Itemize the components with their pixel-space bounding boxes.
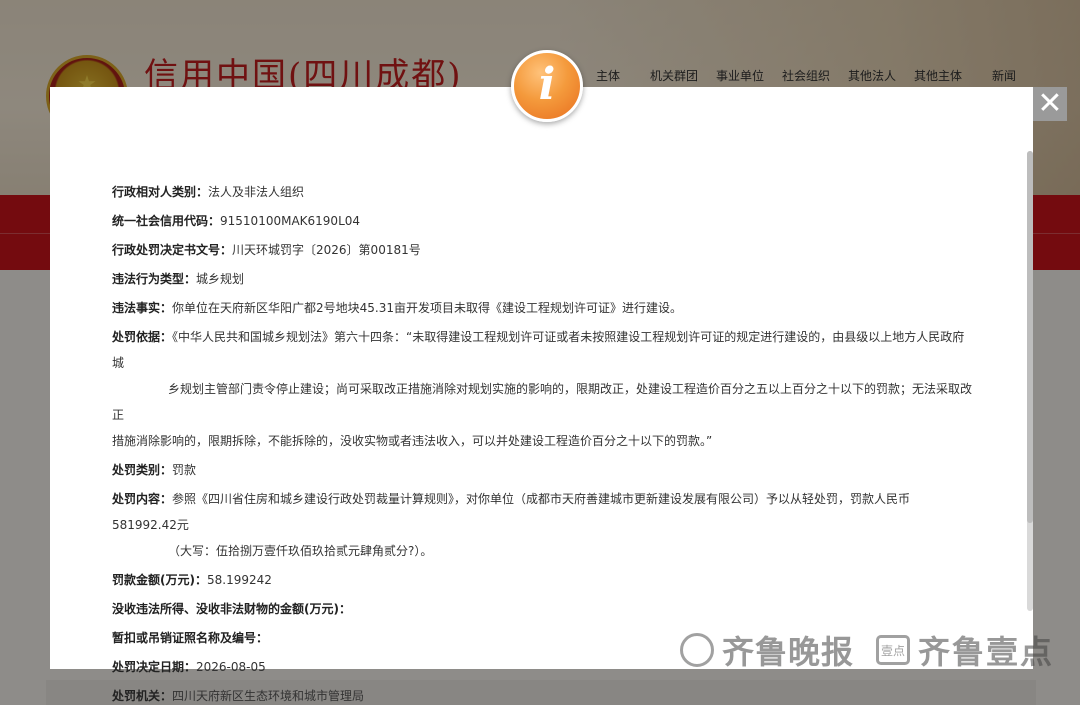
field-value: 你单位在天府新区华阳广都2号地块45.31亩开发项目未取得《建设工程规划许可证》… bbox=[172, 301, 683, 315]
field-label: 没收违法所得、没收非法财物的金额(万元)： bbox=[112, 602, 351, 616]
field-confiscation: 没收违法所得、没收非法财物的金额(万元)： bbox=[112, 596, 972, 622]
field-label: 违法行为类型： bbox=[112, 272, 197, 286]
field-value: 法人及非法人组织 bbox=[208, 185, 305, 199]
watermark-box-icon: 壹点 bbox=[876, 635, 911, 665]
field-party-type: 行政相对人类别：法人及非法人组织 bbox=[112, 179, 972, 205]
field-value-line: 《中华人民共和国城乡规划法》第六十四条：“未取得建设工程规划许可证或者未按照建设… bbox=[112, 330, 965, 370]
field-value: 58.199242 bbox=[206, 573, 272, 587]
field-value-line: 乡规划主管部门责令停止建设；尚可采取改正措施消除对规划实施的影响的，限期改正，处… bbox=[112, 382, 973, 422]
field-credit-code: 统一社会信用代码：91510100MAK6190L04 bbox=[112, 208, 972, 234]
field-value-line: 措施消除影响的，限期拆除，不能拆除的，没收实物或者违法收入，可以并处建设工程造价… bbox=[112, 434, 713, 448]
watermark: 齐鲁晚报 壹点 齐鲁壹点 bbox=[680, 627, 1054, 673]
field-label: 处罚依据： bbox=[112, 330, 173, 344]
field-label: 处罚内容： bbox=[112, 492, 173, 506]
field-violation-facts: 违法事实：你单位在天府新区华阳广都2号地块45.31亩开发项目未取得《建设工程规… bbox=[112, 295, 972, 321]
field-value: 91510100MAK6190L04 bbox=[220, 214, 361, 228]
close-button[interactable]: ✕ bbox=[1033, 87, 1067, 121]
info-glyph: i bbox=[538, 59, 556, 110]
field-basis: 处罚依据：《中华人民共和国城乡规划法》第六十四条：“未取得建设工程规划许可证或者… bbox=[112, 324, 972, 454]
field-label: 统一社会信用代码： bbox=[112, 214, 221, 228]
field-authority: 处罚机关：四川天府新区生态环境和城市管理局 bbox=[112, 683, 972, 705]
field-fine-amount: 罚款金额(万元)：58.199242 bbox=[112, 567, 972, 593]
penalty-detail-modal: 行政相对人类别：法人及非法人组织 统一社会信用代码：91510100MAK619… bbox=[50, 87, 1033, 703]
field-penalty-type: 处罚类别：罚款 bbox=[112, 457, 972, 483]
watermark-brand1: 齐鲁晚报 bbox=[722, 633, 855, 671]
watermark-box-text: 壹点 bbox=[881, 643, 906, 658]
field-label: 行政处罚决定书文号： bbox=[112, 243, 233, 257]
watermark-logo-icon bbox=[680, 633, 714, 667]
info-icon: i bbox=[511, 50, 583, 122]
field-value: 城乡规划 bbox=[196, 272, 245, 286]
field-decision-no: 行政处罚决定书文号：川天环城罚字〔2026〕第00181号 bbox=[112, 237, 972, 263]
field-value: 四川天府新区生态环境和城市管理局 bbox=[172, 689, 365, 703]
field-value-line: 参照《四川省住房和城乡建设行政处罚裁量计算规则》，对你单位（成都市天府善建城市更… bbox=[112, 492, 911, 532]
watermark-brand2: 齐鲁壹点 bbox=[918, 633, 1055, 671]
field-label: 处罚机关： bbox=[112, 689, 173, 703]
field-label: 暂扣或吊销证照名称及编号： bbox=[112, 631, 269, 645]
field-violation-type: 违法行为类型：城乡规划 bbox=[112, 266, 972, 292]
field-penalty-content: 处罚内容：参照《四川省住房和城乡建设行政处罚裁量计算规则》，对你单位（成都市天府… bbox=[112, 486, 972, 564]
field-label: 处罚决定日期： bbox=[112, 660, 197, 674]
field-value: 罚款 bbox=[172, 463, 197, 477]
field-value-line: （大写：伍拾捌万壹仟玖佰玖拾贰元肆角贰分?）。 bbox=[168, 544, 433, 558]
scrollbar-thumb[interactable] bbox=[1027, 151, 1033, 523]
field-label: 处罚类别： bbox=[112, 463, 173, 477]
field-value: 2026-08-05 bbox=[196, 660, 266, 674]
field-label: 行政相对人类别： bbox=[112, 185, 209, 199]
field-label: 罚款金额(万元)： bbox=[112, 573, 207, 587]
field-value: 川天环城罚字〔2026〕第00181号 bbox=[232, 243, 421, 257]
close-icon: ✕ bbox=[1037, 86, 1063, 121]
field-label: 违法事实： bbox=[112, 301, 173, 315]
